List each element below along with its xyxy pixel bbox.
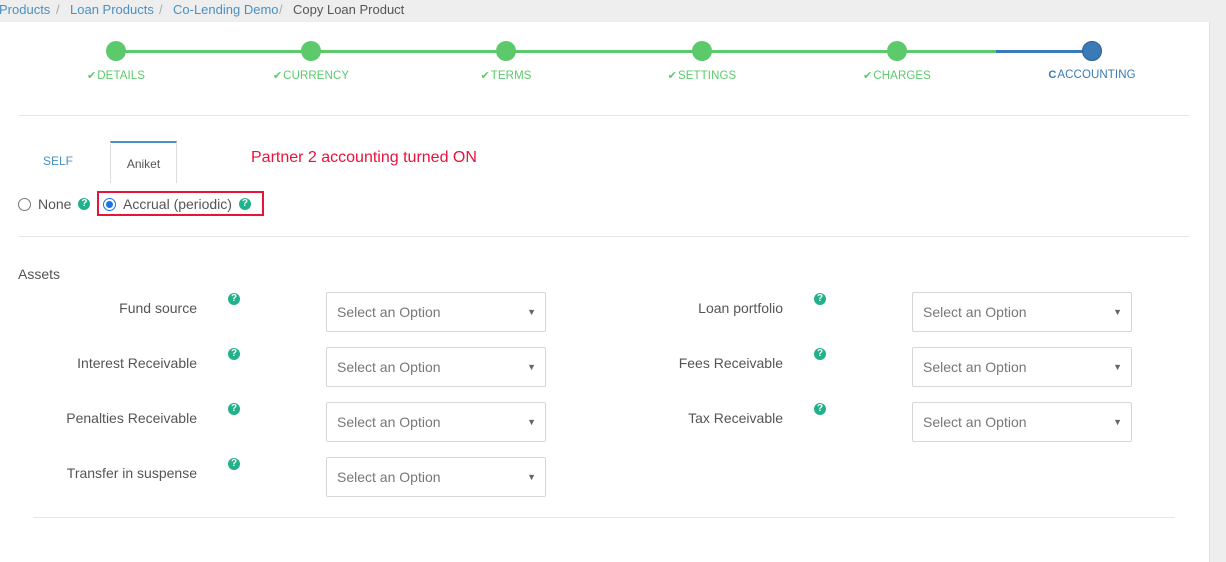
step-settings[interactable]: ✔SETTINGS	[668, 69, 737, 82]
select-penalties-receivable[interactable]: Select an Option ▼	[326, 402, 546, 442]
step-dot-charges[interactable]	[887, 41, 907, 61]
step-charges[interactable]: ✔CHARGES	[863, 69, 931, 82]
breadcrumb-current: Copy Loan Product	[293, 2, 405, 17]
breadcrumb-separator: /	[159, 2, 163, 17]
caret-down-icon: ▼	[527, 307, 536, 317]
step-dot-details[interactable]	[106, 41, 126, 61]
radio-circle[interactable]	[18, 197, 31, 211]
step-label-text: CURRENCY	[283, 70, 350, 82]
help-icon[interactable]: ?	[228, 403, 240, 415]
step-details[interactable]: ✔DETAILS	[87, 69, 145, 82]
step-dot-accounting[interactable]	[1082, 41, 1102, 61]
caret-down-icon: ▼	[527, 417, 536, 427]
help-icon[interactable]: ?	[228, 293, 240, 305]
check-icon: ✔	[86, 70, 97, 82]
caret-down-icon: ▼	[1113, 307, 1122, 317]
help-icon[interactable]: ?	[228, 348, 240, 360]
help-icon[interactable]: ?	[814, 403, 826, 415]
tab-aniket[interactable]: Aniket	[110, 141, 177, 183]
check-icon: ✔	[480, 70, 490, 82]
section-title-assets: Assets	[18, 266, 61, 282]
step-label-text: CHARGES	[873, 70, 931, 82]
select-placeholder: Select an Option	[923, 304, 1027, 320]
breadcrumb: Products / Loan Products / Co-Lending De…	[0, 0, 1226, 22]
step-label-text: DETAILS	[97, 70, 146, 82]
select-loan-portfolio[interactable]: Select an Option ▼	[912, 292, 1132, 332]
select-placeholder: Select an Option	[337, 359, 441, 375]
step-accounting[interactable]: CACCOUNTING	[1048, 69, 1135, 81]
help-icon[interactable]: ?	[814, 293, 826, 305]
help-icon[interactable]: ?	[814, 348, 826, 360]
breadcrumb-loan-products[interactable]: Loan Products	[70, 0, 154, 20]
tab-self[interactable]: SELF	[28, 151, 88, 175]
label-penalties-receivable: Penalties Receivable	[66, 410, 197, 426]
select-placeholder: Select an Option	[337, 414, 441, 430]
select-placeholder: Select an Option	[923, 414, 1027, 430]
label-fund-source: Fund source	[119, 300, 197, 316]
select-fees-receivable[interactable]: Select an Option ▼	[912, 347, 1132, 387]
breadcrumb-co-lending-demo[interactable]: Co-Lending Demo	[173, 0, 279, 20]
step-dot-settings[interactable]	[692, 41, 712, 61]
label-transfer-in-suspense: Transfer in suspense	[66, 465, 197, 481]
stepper-progress-line	[116, 50, 996, 53]
caret-down-icon: ▼	[527, 472, 536, 482]
select-interest-receivable[interactable]: Select an Option ▼	[326, 347, 546, 387]
step-dot-terms[interactable]	[496, 41, 516, 61]
select-placeholder: Select an Option	[923, 359, 1027, 375]
divider	[18, 115, 1190, 116]
check-icon: ✔	[667, 70, 678, 82]
check-icon: ✔	[272, 70, 283, 82]
divider	[18, 236, 1190, 237]
select-transfer-in-suspense[interactable]: Select an Option ▼	[326, 457, 546, 497]
step-terms[interactable]: ✔TERMS	[480, 69, 531, 82]
refresh-icon: C	[1048, 69, 1057, 81]
stepper-active-line	[996, 50, 1092, 53]
main-panel: ✔DETAILS ✔CURRENCY ✔TERMS ✔SETTINGS ✔CHA…	[0, 22, 1210, 562]
caret-down-icon: ▼	[1113, 362, 1122, 372]
check-icon: ✔	[863, 70, 873, 82]
step-label-text: ACCOUNTING	[1057, 69, 1136, 81]
radio-none[interactable]: None ?	[18, 194, 91, 214]
breadcrumb-separator: /	[56, 2, 60, 17]
divider	[33, 517, 1175, 518]
label-loan-portfolio: Loan portfolio	[698, 300, 783, 316]
step-label-text: TERMS	[490, 70, 532, 82]
caret-down-icon: ▼	[1113, 417, 1122, 427]
breadcrumb-separator: /	[279, 2, 283, 17]
highlight-box	[97, 191, 264, 216]
step-label-text: SETTINGS	[678, 70, 737, 82]
step-currency[interactable]: ✔CURRENCY	[273, 69, 349, 82]
select-tax-receivable[interactable]: Select an Option ▼	[912, 402, 1132, 442]
label-interest-receivable: Interest Receivable	[77, 355, 197, 371]
annotation-text: Partner 2 accounting turned ON	[251, 149, 477, 166]
help-icon[interactable]: ?	[78, 198, 91, 210]
select-placeholder: Select an Option	[337, 469, 441, 485]
select-fund-source[interactable]: Select an Option ▼	[326, 292, 546, 332]
breadcrumb-products[interactable]: Products	[0, 0, 50, 20]
caret-down-icon: ▼	[527, 362, 536, 372]
label-fees-receivable: Fees Receivable	[678, 355, 783, 371]
label-tax-receivable: Tax Receivable	[688, 410, 783, 426]
select-placeholder: Select an Option	[337, 304, 441, 320]
radio-label: None	[38, 196, 72, 212]
help-icon[interactable]: ?	[228, 458, 240, 470]
step-dot-currency[interactable]	[301, 41, 321, 61]
